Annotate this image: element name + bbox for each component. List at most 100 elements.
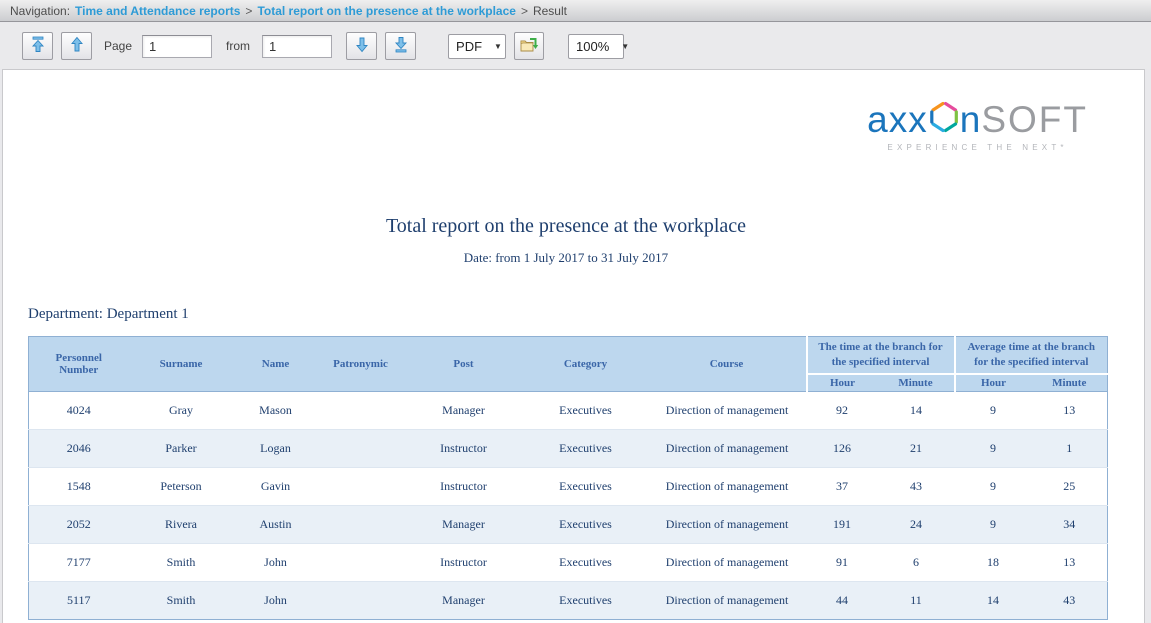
report-page: axx n SOFT EXPERIENCE THE NEXT* Total re… xyxy=(2,69,1145,623)
table-cell: Executives xyxy=(524,543,648,581)
group-column-header: Average time at the branch for the speci… xyxy=(955,337,1108,374)
table-cell: Direction of management xyxy=(648,581,807,619)
chevron-down-icon: ▼ xyxy=(494,42,502,51)
last-page-icon xyxy=(393,36,409,56)
table-cell: Executives xyxy=(524,581,648,619)
breadcrumb-separator: > xyxy=(245,4,252,18)
table-cell: Executives xyxy=(524,391,648,429)
table-cell: Peterson xyxy=(129,467,234,505)
axxonsoft-logo: axx n SOFT EXPERIENCE THE NEXT* xyxy=(867,100,1088,152)
arrow-down-icon xyxy=(354,36,370,56)
table-cell xyxy=(318,543,404,581)
arrow-up-icon xyxy=(69,36,85,56)
report-title: Total report on the presence at the work… xyxy=(28,215,1104,238)
breadcrumb-label: Navigation: xyxy=(10,4,70,18)
breadcrumb: Navigation: Time and Attendance reports … xyxy=(0,0,1151,22)
table-cell: Smith xyxy=(129,581,234,619)
table-cell xyxy=(318,429,404,467)
last-page-button[interactable] xyxy=(385,32,416,60)
zoom-level-value: 100% xyxy=(576,39,609,54)
table-cell xyxy=(318,581,404,619)
table-cell: Manager xyxy=(404,581,524,619)
column-header: Patronymic xyxy=(318,337,404,392)
table-cell: 9 xyxy=(955,429,1032,467)
report-date-range: Date: from 1 July 2017 to 31 July 2017 xyxy=(28,250,1104,266)
export-format-select[interactable]: PDF ▼ xyxy=(448,34,506,59)
next-page-button[interactable] xyxy=(346,32,377,60)
table-cell: 43 xyxy=(878,467,955,505)
table-cell: 9 xyxy=(955,505,1032,543)
breadcrumb-link-total-report[interactable]: Total report on the presence at the work… xyxy=(257,4,516,18)
page-label: Page xyxy=(104,39,132,53)
column-header: Personnel Number xyxy=(29,337,129,392)
export-report-button[interactable] xyxy=(514,32,544,60)
table-cell: Parker xyxy=(129,429,234,467)
table-cell: 13 xyxy=(1032,391,1108,429)
table-cell: 91 xyxy=(807,543,878,581)
table-cell: Austin xyxy=(234,505,318,543)
table-cell: 37 xyxy=(807,467,878,505)
table-cell: 6 xyxy=(878,543,955,581)
table-cell: 2052 xyxy=(29,505,129,543)
sub-column-header: Minute xyxy=(1032,374,1108,392)
table-cell: 92 xyxy=(807,391,878,429)
table-cell: 9 xyxy=(955,391,1032,429)
table-cell: 5117 xyxy=(29,581,129,619)
table-cell: 11 xyxy=(878,581,955,619)
table-cell xyxy=(318,391,404,429)
table-cell: 126 xyxy=(807,429,878,467)
first-page-icon xyxy=(30,36,46,56)
zoom-level-select[interactable]: 100% ▼ xyxy=(568,34,624,59)
table-cell: Instructor xyxy=(404,543,524,581)
column-header: Name xyxy=(234,337,318,392)
attendance-table: Personnel NumberSurnameNamePatronymicPos… xyxy=(28,336,1108,620)
table-cell: Gavin xyxy=(234,467,318,505)
table-cell: 43 xyxy=(1032,581,1108,619)
export-folder-icon xyxy=(520,37,539,56)
logo-text-n: n xyxy=(960,102,982,138)
column-header: Post xyxy=(404,337,524,392)
logo-text-soft: SOFT xyxy=(981,102,1088,138)
sub-column-header: Minute xyxy=(878,374,955,392)
table-cell: John xyxy=(234,581,318,619)
table-cell: 14 xyxy=(955,581,1032,619)
table-cell xyxy=(318,467,404,505)
logo-tagline: EXPERIENCE THE NEXT* xyxy=(867,143,1088,152)
table-row: 1548PetersonGavinInstructorExecutivesDir… xyxy=(29,467,1108,505)
table-cell xyxy=(318,505,404,543)
table-cell: Manager xyxy=(404,391,524,429)
table-cell: 14 xyxy=(878,391,955,429)
table-cell: Mason xyxy=(234,391,318,429)
table-cell: 1 xyxy=(1032,429,1108,467)
table-cell: Smith xyxy=(129,543,234,581)
sub-column-header: Hour xyxy=(807,374,878,392)
report-toolbar: Page from PDF ▼ 100% ▼ xyxy=(0,23,1151,69)
table-cell: Executives xyxy=(524,505,648,543)
column-header: Course xyxy=(648,337,807,392)
group-column-header: The time at the branch for the specified… xyxy=(807,337,955,374)
table-cell: 44 xyxy=(807,581,878,619)
page-number-input[interactable] xyxy=(142,35,212,58)
total-pages-input[interactable] xyxy=(262,35,332,58)
table-cell: Instructor xyxy=(404,429,524,467)
table-row: 5117SmithJohn ManagerExecutivesDirection … xyxy=(29,581,1108,619)
table-row: 2052RiveraAustinManagerExecutivesDirecti… xyxy=(29,505,1108,543)
table-row: 4024GrayMasonManagerExecutivesDirection … xyxy=(29,391,1108,429)
breadcrumb-link-time-attendance[interactable]: Time and Attendance reports xyxy=(75,4,240,18)
table-cell: 9 xyxy=(955,467,1032,505)
from-label: from xyxy=(226,39,250,53)
table-row: 2046ParkerLoganInstructorExecutivesDirec… xyxy=(29,429,1108,467)
table-cell: Gray xyxy=(129,391,234,429)
breadcrumb-current-result: Result xyxy=(533,4,567,18)
chevron-down-icon: ▼ xyxy=(621,42,629,51)
table-cell: 2046 xyxy=(29,429,129,467)
table-header: Personnel NumberSurnameNamePatronymicPos… xyxy=(29,337,1108,392)
first-page-button[interactable] xyxy=(22,32,53,60)
table-cell: 1548 xyxy=(29,467,129,505)
table-cell: Direction of management xyxy=(648,543,807,581)
table-cell: 13 xyxy=(1032,543,1108,581)
previous-page-button[interactable] xyxy=(61,32,92,60)
table-cell: Direction of management xyxy=(648,391,807,429)
table-cell: 7177 xyxy=(29,543,129,581)
column-header: Category xyxy=(524,337,648,392)
